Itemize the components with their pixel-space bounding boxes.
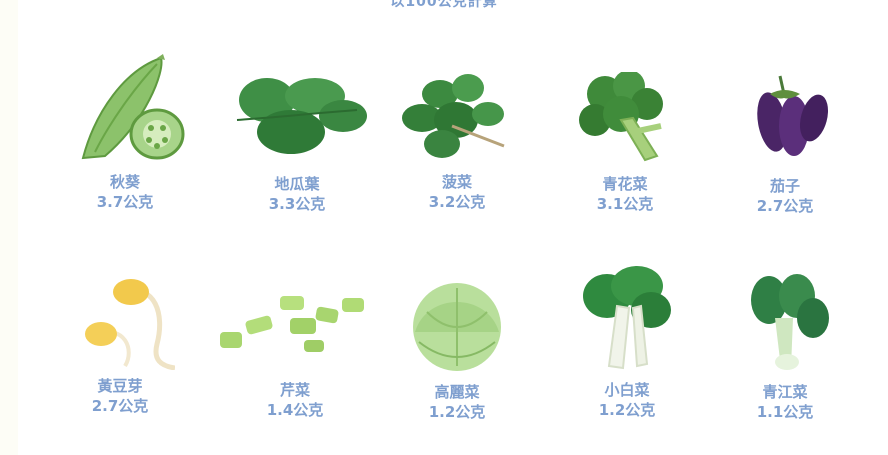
vegetable-name: 地瓜葉 [274,175,320,193]
vegetable-protein: 1.2公克 [598,401,656,419]
eggplant-icon [757,75,829,156]
vegetable-protein: 3.2公克 [428,193,486,211]
vegetable-card-broccoli: 青花菜 3.1公克 [550,72,700,214]
qing-jiang-cai-icon [751,274,829,370]
vegetable-card-bok-choy: 小白菜 1.2公克 [552,266,702,420]
vegetable-protein: 2.7公克 [91,397,149,415]
cabbage-icon [413,283,501,371]
vegetable-name: 青江菜 [762,383,808,401]
vegetable-card-eggplant: 茄子 2.7公克 [710,72,860,216]
vegetable-card-qing-jiang-cai: 青江菜 1.1公克 [710,274,860,422]
vegetable-protein: 3.7公克 [96,193,154,211]
vegetable-name: 茄子 [769,177,800,195]
soybean-sprout-icon [85,279,175,370]
vegetable-name: 黃豆芽 [97,377,143,395]
vegetable-card-cabbage: 高麗菜 1.2公克 [382,282,532,422]
vegetable-name: 菠菜 [441,173,472,191]
broccoli-icon [579,72,663,162]
vegetable-card-okra: 秋葵 3.7公克 [50,52,200,212]
okra-icon [81,54,185,160]
vegetable-protein: 1.4公克 [266,401,324,419]
vegetable-name: 高麗菜 [434,383,480,401]
vegetable-card-spinach: 菠菜 3.2公克 [382,66,532,212]
vegetable-card-soybean-sprout: 黃豆芽 2.7公克 [45,274,195,416]
spinach-icon [402,74,505,158]
bok-choy-icon [583,266,671,370]
vegetable-protein: 1.2公克 [428,403,486,421]
vegetable-protein: 3.1公克 [596,195,654,213]
vegetable-protein: 3.3公克 [268,195,326,213]
celery-icon [220,296,364,352]
vegetable-name: 芹菜 [279,381,310,399]
vegetable-protein: 2.7公克 [756,197,814,215]
vegetable-name: 秋葵 [109,173,140,191]
vegetable-card-sweet-potato-leaves: 地瓜葉 3.3公克 [222,70,372,214]
page-subtitle: 以100公克計算 [390,0,498,10]
sweet-potato-leaves-icon [236,78,367,154]
vegetable-name: 小白菜 [604,381,650,399]
vegetable-protein: 1.1公克 [756,403,814,421]
vegetable-name: 青花菜 [602,175,648,193]
vegetable-card-celery: 芹菜 1.4公克 [220,292,370,420]
